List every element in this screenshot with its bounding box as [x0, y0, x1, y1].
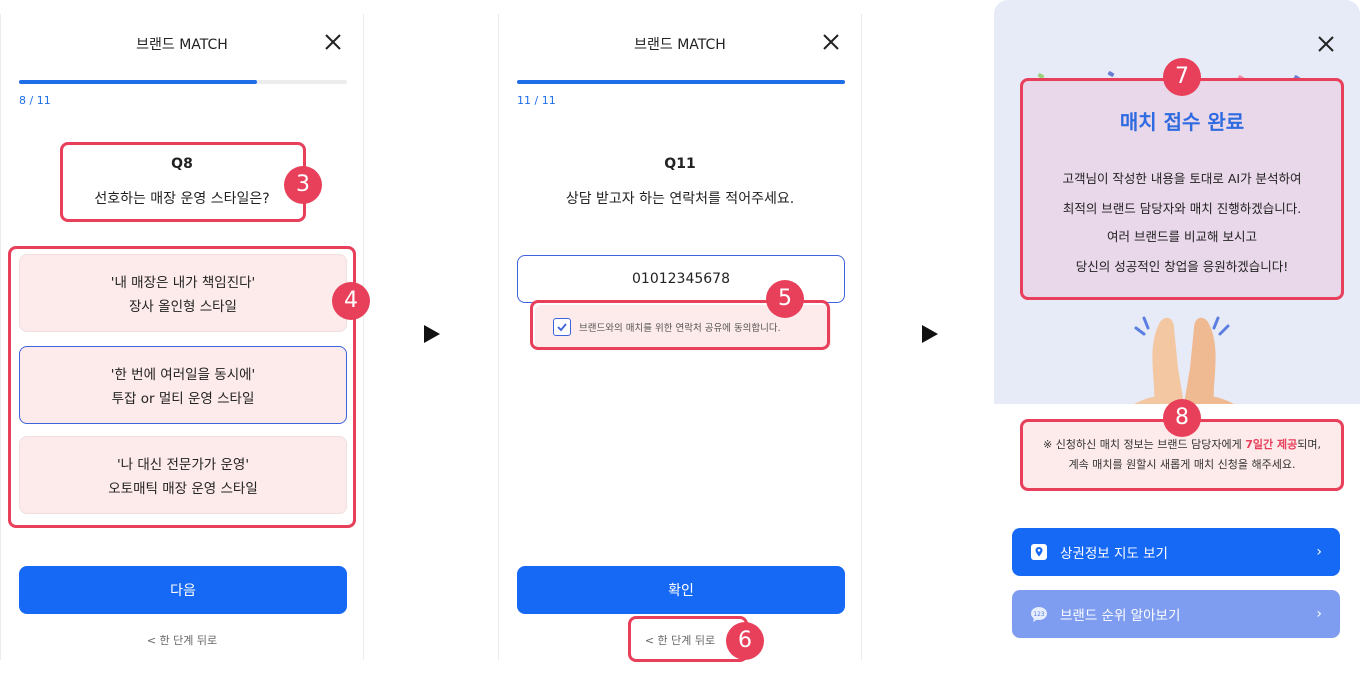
question-code: Q11 [664, 156, 696, 172]
close-icon[interactable] [323, 32, 343, 52]
annotation-badge: 6 [726, 622, 764, 660]
map-pin-icon [1031, 544, 1047, 560]
commercial-map-button[interactable]: 상권정보 지도 보기 › [1012, 528, 1340, 576]
annotation-box [8, 246, 356, 528]
svg-text:123: 123 [1033, 611, 1045, 618]
cta-label: 상권정보 지도 보기 [1060, 546, 1168, 562]
flow-arrow-icon [922, 325, 938, 343]
annotation-badge: 5 [766, 280, 804, 318]
close-icon[interactable] [821, 32, 841, 52]
brand-ranking-button[interactable]: 123 브랜드 순위 알아보기 › [1012, 590, 1340, 638]
annotation-badge: 7 [1163, 58, 1201, 96]
step-counter: 11 / 11 [517, 94, 556, 107]
annotation-box [60, 142, 306, 222]
progress-bar [517, 80, 845, 84]
progress-bar [19, 80, 347, 84]
header-title: 브랜드 MATCH [136, 37, 228, 53]
progress-fill [517, 80, 845, 84]
close-icon[interactable] [1316, 34, 1336, 54]
annotation-badge: 8 [1163, 399, 1201, 437]
annotation-badge: 3 [284, 166, 322, 204]
cta-label: 브랜드 순위 알아보기 [1060, 608, 1181, 624]
back-link[interactable]: < 한 단계 뒤로 [1, 632, 363, 648]
header-title: 브랜드 MATCH [634, 37, 726, 53]
flow-arrow-icon [424, 325, 440, 343]
high-five-hands-illustration [1134, 316, 1234, 404]
annotation-badge: 4 [332, 282, 370, 320]
next-button[interactable]: 다음 [19, 566, 347, 614]
confirm-button[interactable]: 확인 [517, 566, 845, 614]
annotation-box [1020, 78, 1344, 300]
chevron-right-icon: › [1316, 606, 1322, 622]
question-text: 상담 받고자 하는 연락처를 적어주세요. [565, 191, 795, 207]
chat-icon: 123 [1031, 607, 1047, 622]
progress-fill [19, 80, 258, 84]
step-counter: 8 / 11 [19, 94, 51, 107]
chevron-right-icon: › [1316, 544, 1322, 560]
